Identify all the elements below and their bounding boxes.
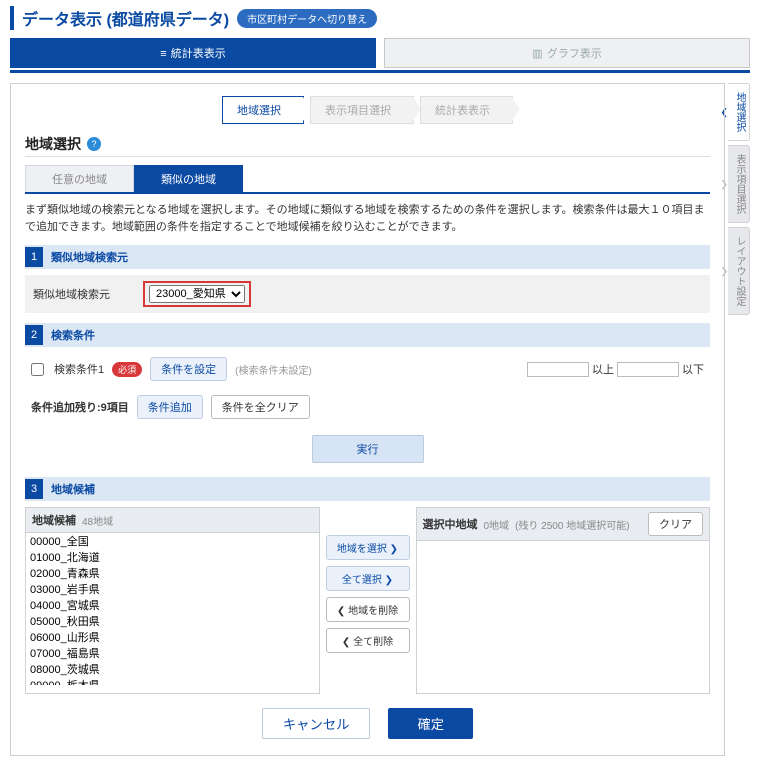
candidates-area: 地域候補 48地域 00000_全国01000_北海道02000_青森県0300… <box>25 507 710 694</box>
block3-header: 3 地域候補 <box>25 477 710 501</box>
side-tab-layout[interactable]: レイアウト設定❯ <box>728 227 750 315</box>
tab-chart-view[interactable]: グラフ表示 <box>384 38 750 68</box>
range-ge-label: 以上 <box>592 361 614 377</box>
subtab-similar-region[interactable]: 類似の地域 <box>134 165 243 192</box>
step-region-select: 地域選択 <box>222 96 304 124</box>
clear-all-conditions-button[interactable]: 条件を全クリア <box>211 395 310 419</box>
switch-dataset-pill[interactable]: 市区町村データへ切り替え <box>237 9 377 28</box>
main-tabs: 統計表表示 グラフ表示 <box>10 38 750 68</box>
condition-1-checkbox[interactable] <box>31 363 44 376</box>
add-region-button[interactable]: 地域を選択 ❯ <box>326 535 410 560</box>
block2-header: 2 検索条件 <box>25 323 710 347</box>
add-all-regions-button[interactable]: 全て選択 ❯ <box>326 566 410 591</box>
source-region-highlight: 23000_愛知県 <box>143 281 251 307</box>
add-condition-button[interactable]: 条件追加 <box>137 395 203 419</box>
candidate-list-panel: 地域候補 48地域 00000_全国01000_北海道02000_青森県0300… <box>25 507 320 694</box>
range-max-input[interactable] <box>617 362 679 377</box>
page-title-bar: データ表示 (都道府県データ) 市区町村データへ切り替え <box>10 6 750 30</box>
cancel-button[interactable]: キャンセル <box>262 708 371 739</box>
selected-list-title: 選択中地域 <box>423 516 478 532</box>
condition-1-label: 検索条件1 <box>54 361 104 377</box>
main-panel: 地域選択 表示項目選択 統計表表示 地域選択 ? 任意の地域 類似の地域 まず類… <box>10 83 725 756</box>
execute-button[interactable]: 実行 <box>312 435 424 463</box>
candidate-list-count: 48地域 <box>82 513 113 528</box>
selected-list[interactable] <box>417 541 710 693</box>
page-title: データ表示 (都道府県データ) <box>22 6 229 30</box>
candidate-list[interactable]: 00000_全国01000_北海道02000_青森県03000_岩手県04000… <box>26 533 319 685</box>
side-tab-rail: 地域選択❮ 表示項目選択❯ レイアウト設定❯ <box>728 83 750 756</box>
step-item-select: 表示項目選択 <box>310 96 414 124</box>
dialog-footer: キャンセル 確定 <box>25 708 710 739</box>
clear-selected-button[interactable]: クリア <box>648 512 703 536</box>
confirm-button[interactable]: 確定 <box>388 708 473 739</box>
range-le-label: 以下 <box>682 361 704 377</box>
transfer-buttons: 地域を選択 ❯ 全て選択 ❯ ❮ 地域を削除 ❮ 全て削除 <box>326 507 410 694</box>
source-region-label: 類似地域検索元 <box>33 286 143 302</box>
help-icon[interactable]: ? <box>87 137 101 151</box>
description-text: まず類似地域の検索元となる地域を選択します。その地域に類似する地域を検索するため… <box>25 202 710 235</box>
source-region-row: 類似地域検索元 23000_愛知県 <box>25 275 710 313</box>
tab-underline <box>10 70 750 73</box>
side-tab-items[interactable]: 表示項目選択❯ <box>728 145 750 223</box>
subtab-arbitrary-region[interactable]: 任意の地域 <box>25 165 134 192</box>
condition-row-1: 検索条件1 必須 条件を設定 (検索条件未設定) 以上 以下 <box>25 353 710 385</box>
step-indicator: 地域選択 表示項目選択 統計表表示 <box>25 96 710 124</box>
remove-region-button[interactable]: ❮ 地域を削除 <box>326 597 410 622</box>
region-mode-tabs: 任意の地域 類似の地域 <box>25 165 710 194</box>
condition-unset-note: (検索条件未設定) <box>235 362 312 377</box>
selected-list-note: (残り 2500 地域選択可能) <box>515 517 629 532</box>
range-min-input[interactable] <box>527 362 589 377</box>
block1-header: 1 類似地域検索元 <box>25 245 710 269</box>
set-condition-button[interactable]: 条件を設定 <box>150 357 227 381</box>
tab-table-view[interactable]: 統計表表示 <box>10 38 376 68</box>
selected-list-count: 0地域 <box>484 517 510 532</box>
section-title: 地域選択 <box>25 134 81 154</box>
condition-remaining-label: 条件追加残り:9項目 <box>31 399 129 415</box>
required-badge: 必須 <box>112 362 142 377</box>
selected-list-panel: 選択中地域 0地域 (残り 2500 地域選択可能) クリア <box>416 507 711 694</box>
step-table-display: 統計表表示 <box>420 96 513 124</box>
source-region-select[interactable]: 23000_愛知県 <box>149 285 245 303</box>
condition-remaining-row: 条件追加残り:9項目 条件追加 条件を全クリア <box>25 393 710 429</box>
candidate-list-title: 地域候補 <box>32 512 76 528</box>
remove-all-regions-button[interactable]: ❮ 全て削除 <box>326 628 410 653</box>
side-tab-region[interactable]: 地域選択❮ <box>728 83 750 141</box>
